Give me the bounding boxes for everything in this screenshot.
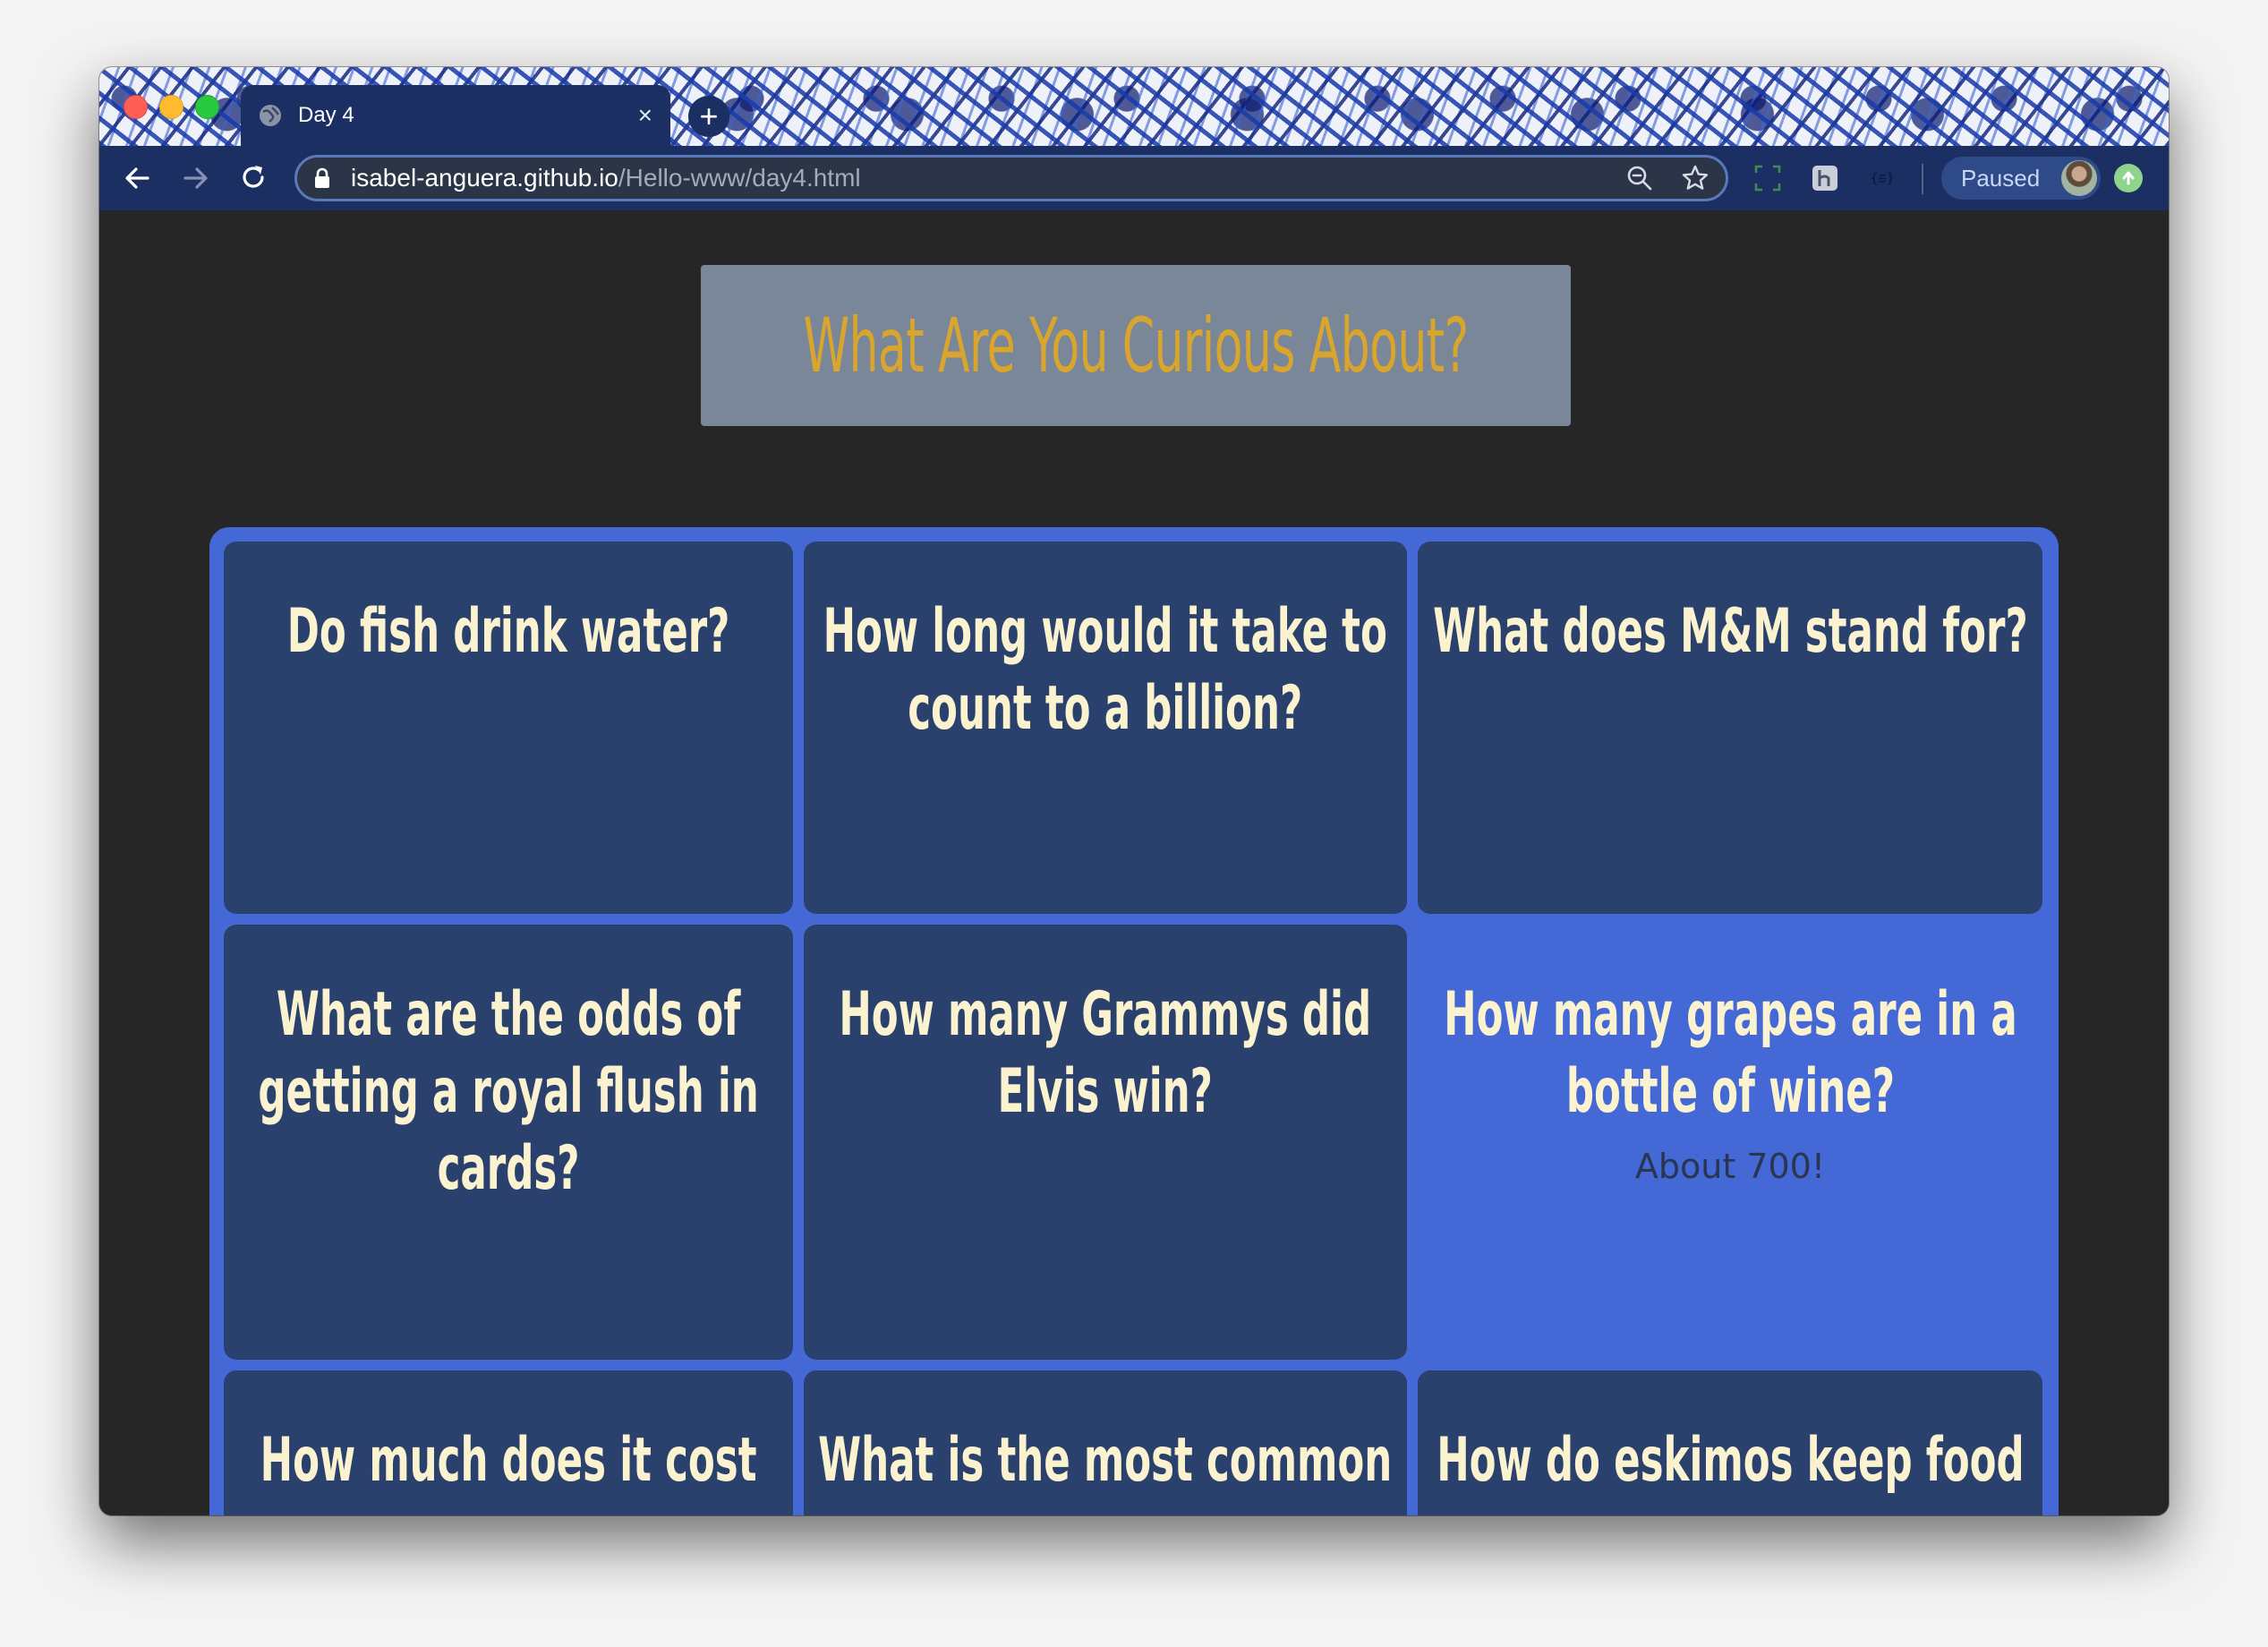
- question-card[interactable]: How much does it cost: [224, 1370, 793, 1515]
- card-question: How long would it take to count to a bil…: [823, 596, 1388, 744]
- new-tab-button[interactable]: +: [688, 96, 729, 137]
- globe-icon: [260, 105, 281, 126]
- profile-avatar: [2061, 160, 2097, 196]
- page-title: What Are You Curious About?: [803, 302, 1470, 389]
- card-question: How much does it cost: [260, 1425, 757, 1496]
- question-grid: Do fish drink water? How long would it t…: [209, 527, 2059, 1515]
- tab-title: Day 4: [298, 103, 354, 127]
- card-question: How many grapes are in a bottle of wine?: [1443, 979, 2017, 1127]
- close-window-button[interactable]: [124, 95, 148, 119]
- card-answer: About 700!: [1634, 1147, 1826, 1186]
- question-card[interactable]: What are the odds of getting a royal flu…: [224, 925, 793, 1360]
- card-question: What does M&M stand for?: [1432, 596, 2028, 667]
- heading-box: What Are You Curious About?: [701, 265, 1571, 426]
- bookmark-star-icon[interactable]: [1681, 164, 1710, 192]
- profile-paused-button[interactable]: Paused: [1941, 157, 2101, 200]
- tab-day-4[interactable]: Day 4 ×: [241, 85, 670, 146]
- minimize-window-button[interactable]: [159, 95, 183, 119]
- update-icon[interactable]: [2114, 164, 2143, 192]
- tab-close-icon[interactable]: ×: [638, 103, 652, 128]
- browser-toolbar: isabel-anguera.github.io /Hello-www/day4…: [99, 146, 2169, 210]
- arrow-up-icon: [2122, 171, 2135, 185]
- url-path: /Hello-www/day4.html: [618, 164, 861, 192]
- question-card[interactable]: What does M&M stand for?: [1418, 542, 2042, 914]
- back-arrow-icon[interactable]: [121, 162, 153, 194]
- toolbar-separator: [1922, 164, 1923, 194]
- maximize-window-button[interactable]: [195, 95, 219, 119]
- card-question: What are the odds of getting a royal flu…: [258, 979, 759, 1204]
- url-host: isabel-anguera.github.io: [351, 164, 618, 192]
- forward-arrow-icon[interactable]: [180, 162, 212, 194]
- question-card[interactable]: How do eskimos keep food: [1418, 1370, 2042, 1515]
- question-card[interactable]: What is the most common: [804, 1370, 1407, 1515]
- card-question: What is the most common: [818, 1425, 1393, 1496]
- reload-icon[interactable]: [237, 162, 269, 194]
- address-bar[interactable]: isabel-anguera.github.io /Hello-www/day4…: [294, 155, 1728, 201]
- tab-strip: Day 4 × +: [99, 67, 2169, 146]
- profile-status-label: Paused: [1961, 164, 2041, 192]
- card-question: How do eskimos keep food: [1436, 1425, 2025, 1496]
- svg-text:{≡}: {≡}: [1870, 170, 1894, 186]
- json-extension-icon[interactable]: {≡}: [1868, 164, 1897, 192]
- question-card[interactable]: How long would it take to count to a bil…: [804, 542, 1407, 914]
- zoom-out-icon[interactable]: [1625, 164, 1654, 192]
- question-card[interactable]: Do fish drink water?: [224, 542, 793, 914]
- screenshot-extension-icon[interactable]: [1753, 164, 1782, 192]
- card-question: Do fish drink water?: [286, 596, 730, 667]
- page-viewport: What Are You Curious About? Do fish drin…: [99, 210, 2169, 1515]
- question-card-flipped[interactable]: How many grapes are in a bottle of wine?…: [1418, 925, 2042, 1360]
- card-question: How many Grammys did Elvis win?: [839, 979, 1372, 1127]
- lock-icon: [315, 167, 329, 188]
- hootsuite-extension-icon[interactable]: [1811, 164, 1839, 192]
- question-card[interactable]: How many Grammys did Elvis win?: [804, 925, 1407, 1360]
- browser-window: Day 4 × + isabel-anguera.github.io /Hell…: [99, 67, 2169, 1515]
